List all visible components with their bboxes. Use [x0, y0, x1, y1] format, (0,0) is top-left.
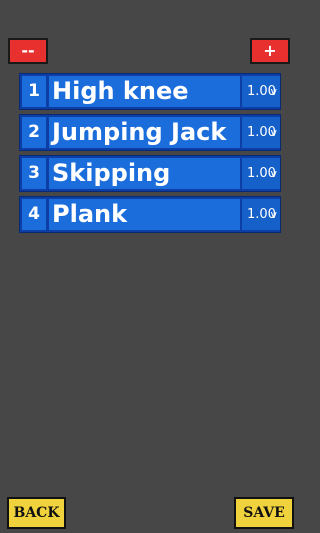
chevron-down-icon: v — [270, 208, 277, 221]
duration-select[interactable]: 1.00 v — [242, 158, 280, 189]
chevron-down-icon: v — [270, 85, 277, 98]
exercise-number: 1 — [22, 76, 46, 107]
save-button[interactable]: SAVE — [234, 497, 294, 529]
exercise-number: 4 — [22, 199, 46, 230]
exercise-name[interactable]: High knee — [49, 76, 240, 107]
exercise-row[interactable]: 2 Jumping Jack 1.00 v — [19, 114, 281, 151]
exercise-number: 3 — [22, 158, 46, 189]
exercise-name[interactable]: Jumping Jack — [49, 117, 240, 148]
exercise-number: 2 — [22, 117, 46, 148]
duration-select[interactable]: 1.00 v — [242, 76, 280, 107]
exercise-name[interactable]: Plank — [49, 199, 240, 230]
duration-select[interactable]: 1.00 v — [242, 117, 280, 148]
chevron-down-icon: v — [270, 167, 277, 180]
add-exercise-button[interactable]: + — [250, 38, 290, 64]
exercise-name[interactable]: Skipping — [49, 158, 240, 189]
exercise-row[interactable]: 4 Plank 1.00 v — [19, 196, 281, 233]
back-button[interactable]: BACK — [7, 497, 66, 529]
exercise-list: 1 High knee 1.00 v 2 Jumping Jack 1.00 v… — [19, 73, 281, 237]
duration-select[interactable]: 1.00 v — [242, 199, 280, 230]
exercise-row[interactable]: 3 Skipping 1.00 v — [19, 155, 281, 192]
chevron-down-icon: v — [270, 126, 277, 139]
remove-exercise-button[interactable]: -- — [8, 38, 48, 64]
exercise-row[interactable]: 1 High knee 1.00 v — [19, 73, 281, 110]
